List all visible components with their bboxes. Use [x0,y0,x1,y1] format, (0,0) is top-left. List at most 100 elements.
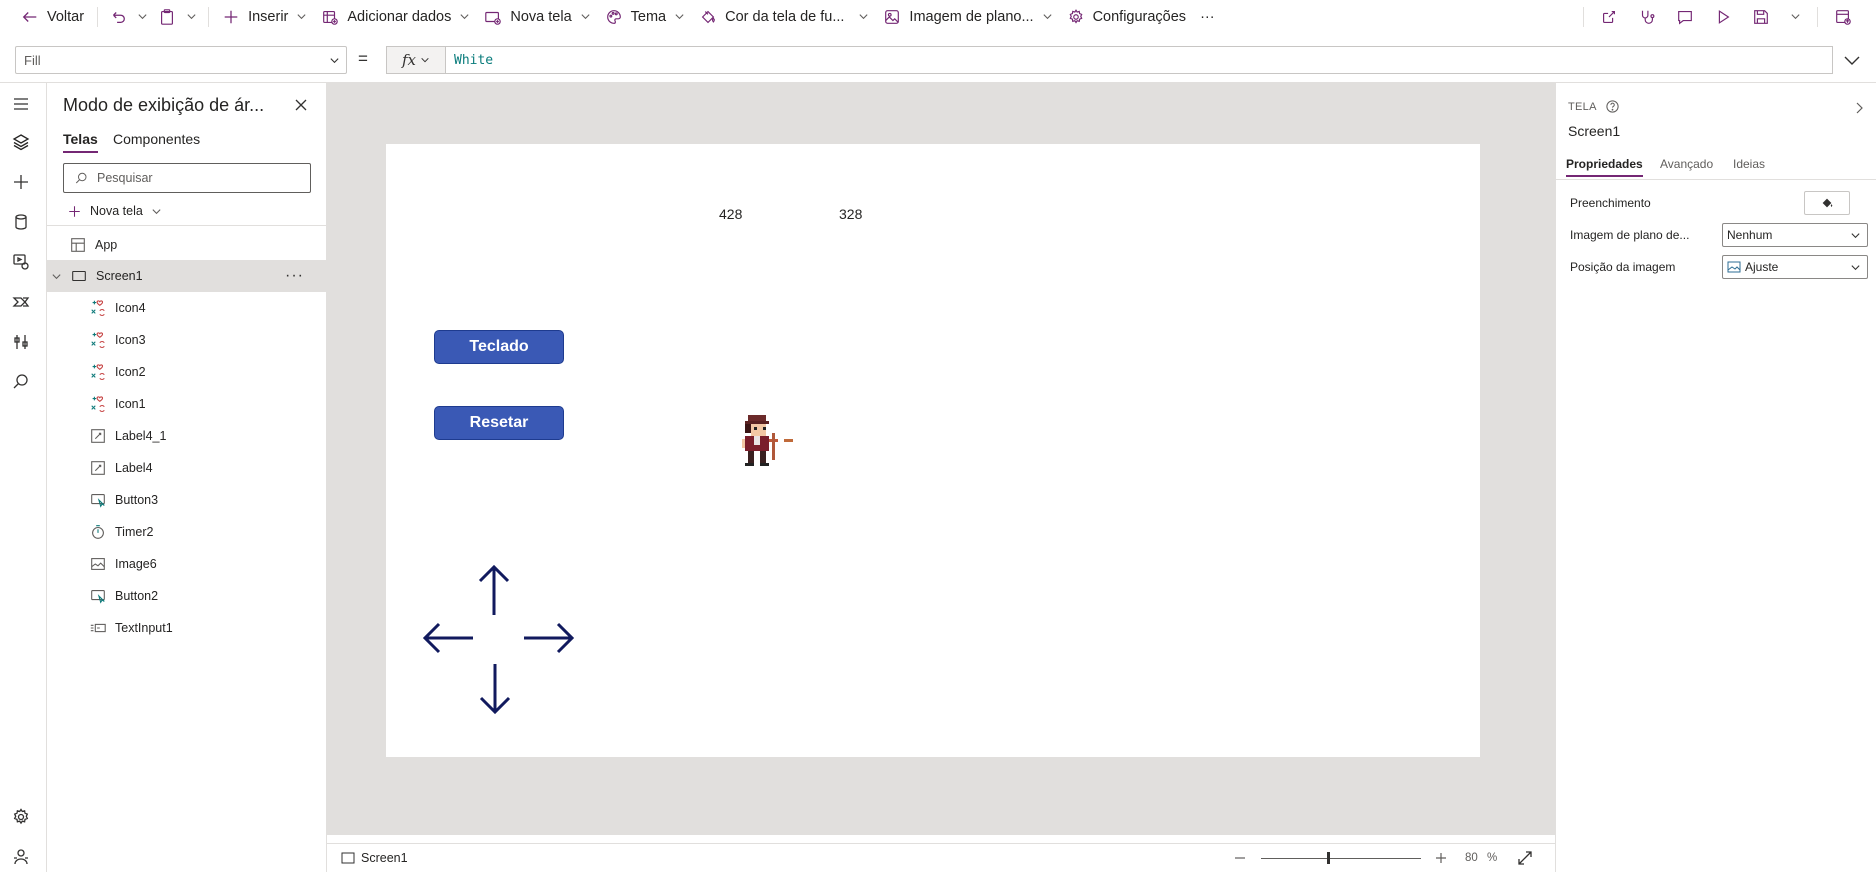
tree-item-icon4[interactable]: Icon4 [47,292,326,324]
fx-button[interactable]: fx [386,46,445,74]
background-image-dropdown[interactable]: Nenhum [1722,223,1868,247]
back-button[interactable]: Voltar [14,0,91,33]
more-options-button[interactable]: ··· [285,267,304,285]
arrow-left-icon[interactable] [421,620,475,656]
arrow-right-icon[interactable] [522,620,576,656]
tab-ideas[interactable]: Ideias [1733,157,1765,171]
tree-item-label4[interactable]: Label4 [47,452,326,484]
character-sprite-image[interactable] [736,414,808,476]
undo-menu-button[interactable] [132,0,153,33]
keyboard-button[interactable]: Teclado [434,330,564,364]
tree-item-label4-1[interactable]: Label4_1 [47,420,326,452]
plus-icon [69,205,80,217]
tab-advanced[interactable]: Avançado [1660,157,1713,171]
share-button[interactable] [1590,0,1628,33]
property-dropdown[interactable]: Fill [15,46,347,74]
power-automate-icon[interactable] [11,292,31,312]
image-position-dropdown[interactable]: Ajuste [1722,255,1868,279]
image-fit-icon [1727,261,1741,273]
zoom-slider-thumb[interactable] [1327,852,1330,864]
reset-button[interactable]: Resetar [434,406,564,440]
arrow-down-icon[interactable] [477,662,513,716]
app-screen[interactable]: 428 328 Teclado Resetar [386,144,1480,757]
back-arrow-icon [22,11,37,22]
tree-item-icon3[interactable]: Icon3 [47,324,326,356]
tree-item-timer2[interactable]: Timer2 [47,516,326,548]
expand-formula-icon[interactable] [1842,50,1862,70]
timer-icon [92,525,104,539]
publish-button[interactable] [1824,0,1862,33]
zoom-slider[interactable] [1261,858,1421,859]
comment-icon [1678,10,1692,24]
more-commands-button[interactable]: ··· [1193,0,1222,33]
zoom-in-icon[interactable] [1434,851,1448,865]
undo-icon [113,11,126,23]
image-icon [91,558,105,570]
search-icon [75,172,87,183]
theme-button[interactable]: Tema [598,0,692,33]
button-icon [91,590,105,604]
comments-button[interactable] [1666,0,1704,33]
paste-button[interactable] [153,0,181,33]
preview-button[interactable] [1704,0,1742,33]
undo-button[interactable] [104,0,132,33]
equals-sign: = [358,49,368,68]
tree-view-panel: Modo de exibição de ár... Telas Componen… [47,83,327,872]
status-bar: Screen1 80 % [327,843,1555,872]
help-icon[interactable] [1605,99,1620,114]
label-y-value[interactable]: 328 [839,206,862,222]
tab-properties[interactable]: Propriedades [1566,157,1643,177]
close-icon[interactable] [293,97,309,113]
clipboard-icon [161,8,174,25]
settings-button[interactable]: Configurações [1060,0,1194,33]
arrow-up-icon[interactable] [476,563,512,617]
insert-plus-icon[interactable] [11,172,31,192]
new-screen-button[interactable]: Nova tela [67,199,162,223]
image-position-label: Posição da imagem [1570,260,1676,274]
media-icon[interactable] [11,252,31,272]
command-bar: Voltar Inserir Adicionar dados Nova tela… [0,0,1876,33]
paint-bucket-icon [701,10,716,23]
search-icon[interactable] [11,372,31,392]
new-screen-button[interactable]: Nova tela [477,0,597,33]
icons-icon [91,396,105,413]
paste-menu-button[interactable] [181,0,202,33]
fit-to-window-icon[interactable] [1517,850,1533,866]
search-input[interactable]: Pesquisar [63,163,311,193]
tree-item-screen1[interactable]: Screen1 ··· [47,260,326,292]
tree-item-button2[interactable]: Button2 [47,580,326,612]
divider [1556,179,1876,180]
tree-item-icon2[interactable]: Icon2 [47,356,326,388]
database-icon[interactable] [11,212,31,232]
tree-item-button3[interactable]: Button3 [47,484,326,516]
virtual-agent-icon[interactable] [11,847,31,867]
chevron-down-icon [1851,233,1860,239]
add-data-button[interactable]: Adicionar dados [314,0,477,33]
background-image-button[interactable]: Imagem de plano... [876,0,1059,33]
zoom-unit: % [1487,852,1498,864]
zoom-out-icon[interactable] [1233,851,1247,865]
settings-gear-icon[interactable] [11,807,31,827]
fill-color-button[interactable] [1804,191,1850,215]
formula-input[interactable]: White [445,46,1833,74]
app-checker-button[interactable] [1628,0,1666,33]
tree-item-image6[interactable]: Image6 [47,548,326,580]
chevron-right-icon[interactable] [1852,101,1866,115]
save-menu-button[interactable] [1780,0,1811,33]
insert-button[interactable]: Inserir [215,0,314,33]
tree-item-icon1[interactable]: Icon1 [47,388,326,420]
advanced-tools-icon[interactable] [11,332,31,352]
tree-item-app[interactable]: App [47,229,326,261]
chevron-down-icon[interactable] [51,271,62,282]
label-icon [91,429,105,443]
background-color-button[interactable]: Cor da tela de fu... [692,0,876,33]
current-screen-indicator[interactable]: Screen1 [341,851,408,865]
command-bar-right [1577,0,1862,33]
save-button[interactable] [1742,0,1780,33]
hamburger-menu-icon[interactable] [11,94,31,114]
tab-components[interactable]: Componentes [113,131,200,147]
layers-icon[interactable] [11,132,31,152]
tree-item-textinput1[interactable]: TextInput1 [47,612,326,644]
tab-screens[interactable]: Telas [63,131,98,153]
label-x-value[interactable]: 428 [719,206,742,222]
